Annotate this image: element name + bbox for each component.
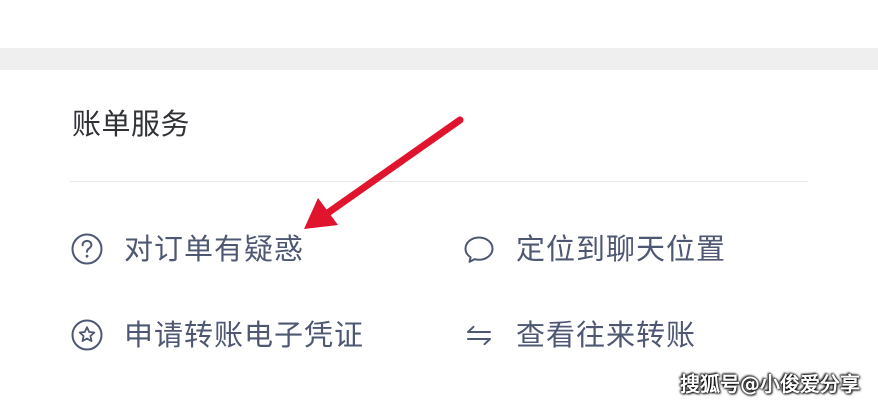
locate-chat-label: 定位到聊天位置 bbox=[516, 232, 727, 266]
locate-chat-item[interactable]: 定位到聊天位置 bbox=[462, 229, 726, 269]
transfer-arrows-icon bbox=[462, 318, 496, 352]
annotation-arrow bbox=[304, 116, 464, 229]
watermark: 搜狐号@小俊爱分享 bbox=[680, 372, 860, 396]
view-transfers-item[interactable]: 查看往来转账 bbox=[462, 315, 696, 355]
star-badge-icon bbox=[70, 318, 104, 352]
section-gap bbox=[0, 48, 878, 70]
section-title: 账单服务 bbox=[72, 107, 191, 141]
order-question-item[interactable]: 对订单有疑惑 bbox=[70, 229, 304, 269]
transfer-voucher-label: 申请转账电子凭证 bbox=[124, 318, 365, 352]
order-question-label: 对订单有疑惑 bbox=[124, 232, 305, 266]
question-circle-icon bbox=[70, 232, 104, 266]
view-transfers-label: 查看往来转账 bbox=[516, 318, 697, 352]
previous-card bbox=[0, 0, 878, 48]
transfer-voucher-item[interactable]: 申请转账电子凭证 bbox=[70, 315, 364, 355]
